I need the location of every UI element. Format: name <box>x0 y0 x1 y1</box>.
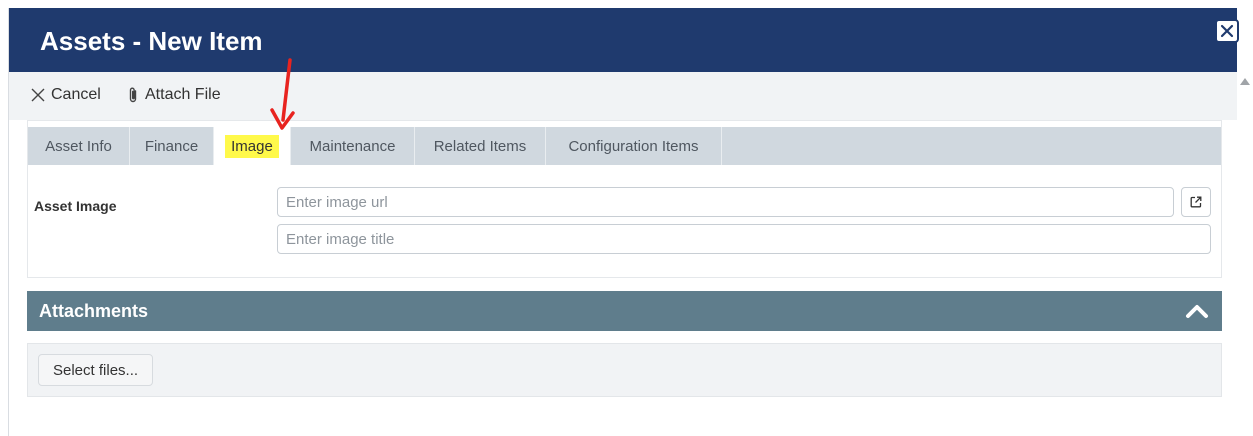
tab-label: Asset Info <box>45 137 112 155</box>
new-asset-dialog: Assets - New Item Cancel Attach File Ass… <box>0 0 1253 436</box>
open-url-button[interactable] <box>1181 187 1211 217</box>
asset-image-label: Asset Image <box>34 198 117 214</box>
title-bar: Assets - New Item <box>9 8 1237 72</box>
tab-asset-info[interactable]: Asset Info <box>28 127 130 165</box>
cancel-label: Cancel <box>51 86 101 103</box>
attachments-title: Attachments <box>39 301 149 321</box>
dialog-title: Assets - New Item <box>40 26 263 56</box>
tab-image[interactable]: Image <box>214 127 291 165</box>
close-icon <box>31 88 45 102</box>
image-title-input[interactable] <box>277 224 1211 254</box>
attach-file-button[interactable]: Attach File <box>127 86 221 104</box>
tab-panel: Asset Info Finance Image Maintenance Rel… <box>27 120 1222 278</box>
tab-related-items[interactable]: Related Items <box>415 127 546 165</box>
tab-label: Maintenance <box>309 137 396 155</box>
attachments-header[interactable]: Attachments <box>27 291 1222 331</box>
close-button[interactable] <box>1215 19 1239 43</box>
cancel-button[interactable]: Cancel <box>31 86 101 104</box>
tab-configuration-items[interactable]: Configuration Items <box>546 127 722 165</box>
tab-label: Related Items <box>433 137 527 155</box>
external-link-icon <box>1190 196 1202 208</box>
close-icon <box>1220 24 1234 38</box>
attachments-body: Select files... <box>27 343 1222 397</box>
tab-maintenance[interactable]: Maintenance <box>291 127 415 165</box>
tab-strip: Asset Info Finance Image Maintenance Rel… <box>28 127 1221 165</box>
toolbar: Cancel Attach File <box>9 72 1237 120</box>
chevron-up-icon[interactable] <box>1185 303 1209 319</box>
tab-label: Image <box>225 134 279 158</box>
scroll-up-arrow[interactable] <box>1240 78 1250 85</box>
tab-finance[interactable]: Finance <box>130 127 214 165</box>
tab-label: Configuration Items <box>568 137 699 155</box>
paperclip-icon <box>129 87 137 103</box>
tab-label: Finance <box>144 137 199 155</box>
attach-file-label: Attach File <box>145 86 221 103</box>
image-url-input[interactable] <box>277 187 1174 217</box>
select-files-button[interactable]: Select files... <box>38 354 154 386</box>
